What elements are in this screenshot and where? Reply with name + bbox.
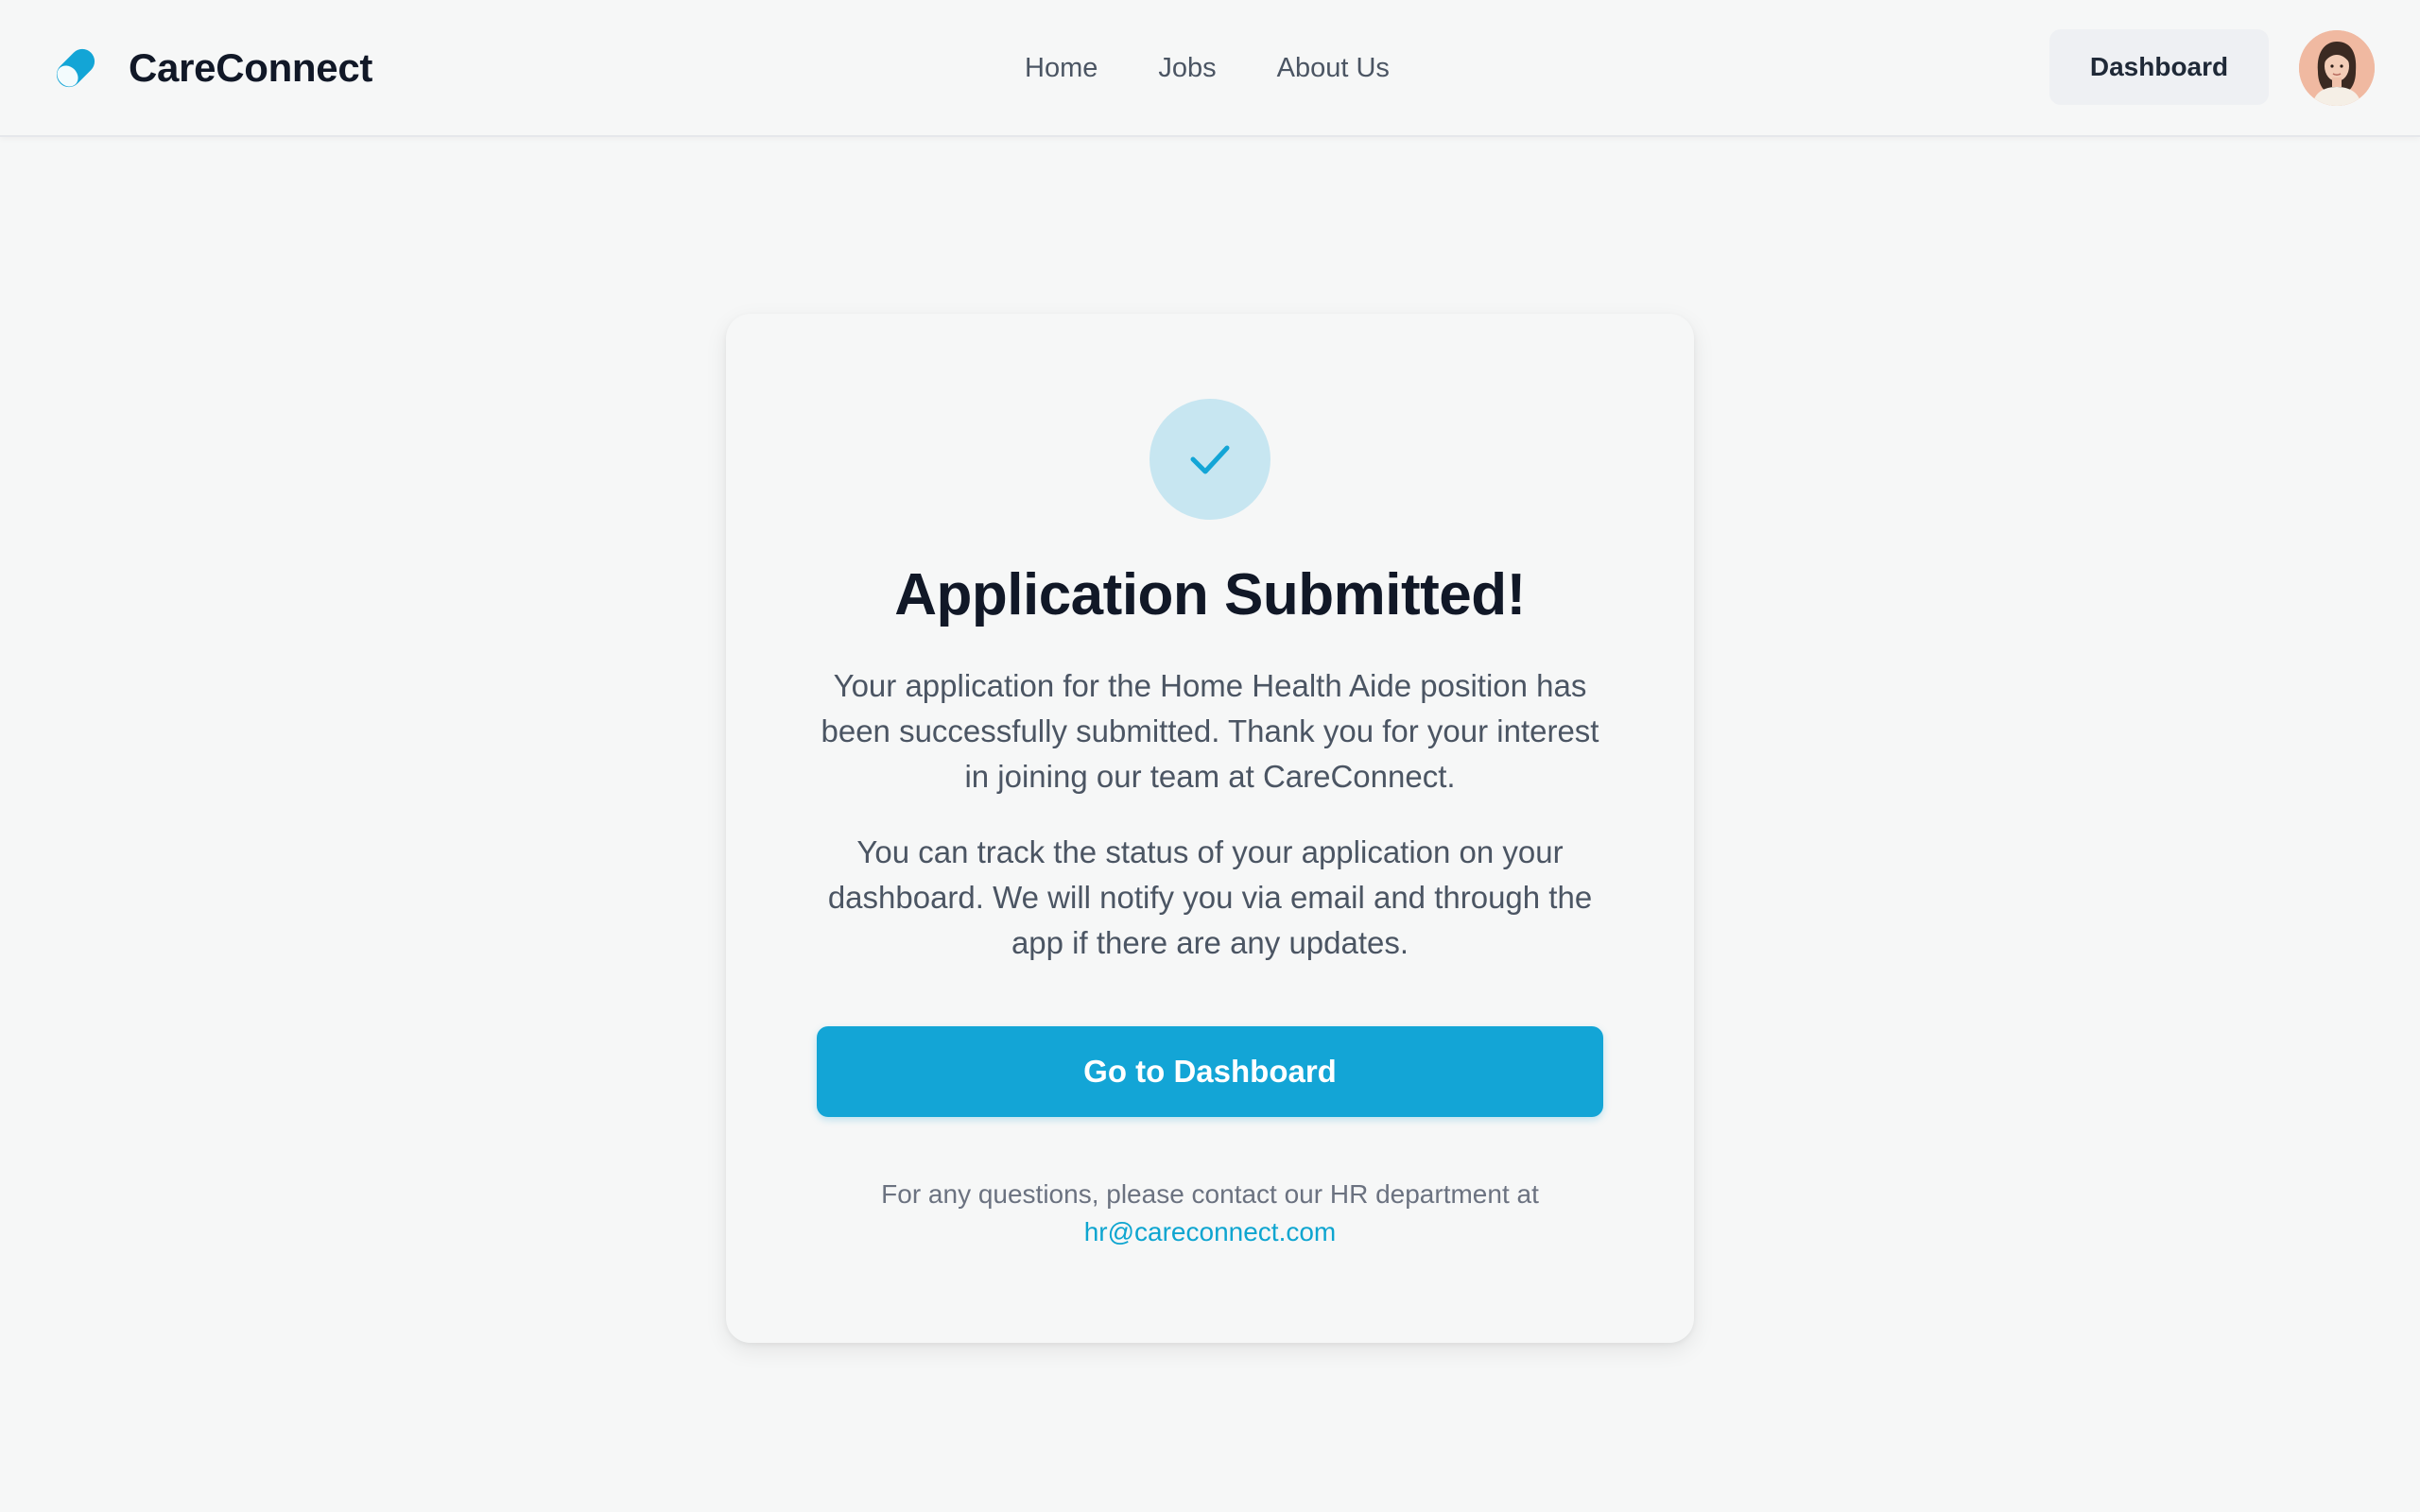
confirmation-card: Application Submitted! Your application … <box>726 314 1694 1343</box>
main-nav: Home Jobs About Us <box>1025 47 1390 89</box>
confirmation-message: Your application for the Home Health Aid… <box>821 668 1599 794</box>
success-badge <box>1150 399 1270 520</box>
check-icon <box>1190 445 1230 474</box>
brand[interactable]: CareConnect <box>47 40 372 96</box>
nav-link-about-us[interactable]: About Us <box>1277 53 1390 84</box>
logo-icon <box>56 48 95 88</box>
page-title: Application Submitted! <box>894 562 1526 627</box>
hr-email-link[interactable]: hr@careconnect.com <box>1084 1217 1337 1246</box>
contact-note: For any questions, please contact our HR… <box>813 1176 1607 1251</box>
nav-link-jobs[interactable]: Jobs <box>1158 53 1216 84</box>
top-nav-bar: CareConnect Home Jobs About Us Dashboard <box>0 0 2420 137</box>
brand-name: CareConnect <box>129 45 373 90</box>
dashboard-button[interactable]: Dashboard <box>2049 29 2269 105</box>
go-to-dashboard-button[interactable]: Go to Dashboard <box>817 1026 1603 1117</box>
tracking-message: You can track the status of your applica… <box>827 834 1593 960</box>
user-avatar[interactable] <box>2299 30 2375 106</box>
avatar-icon <box>2299 30 2375 106</box>
nav-link-home[interactable]: Home <box>1025 53 1098 84</box>
contact-text: For any questions, please contact our HR… <box>881 1179 1539 1209</box>
